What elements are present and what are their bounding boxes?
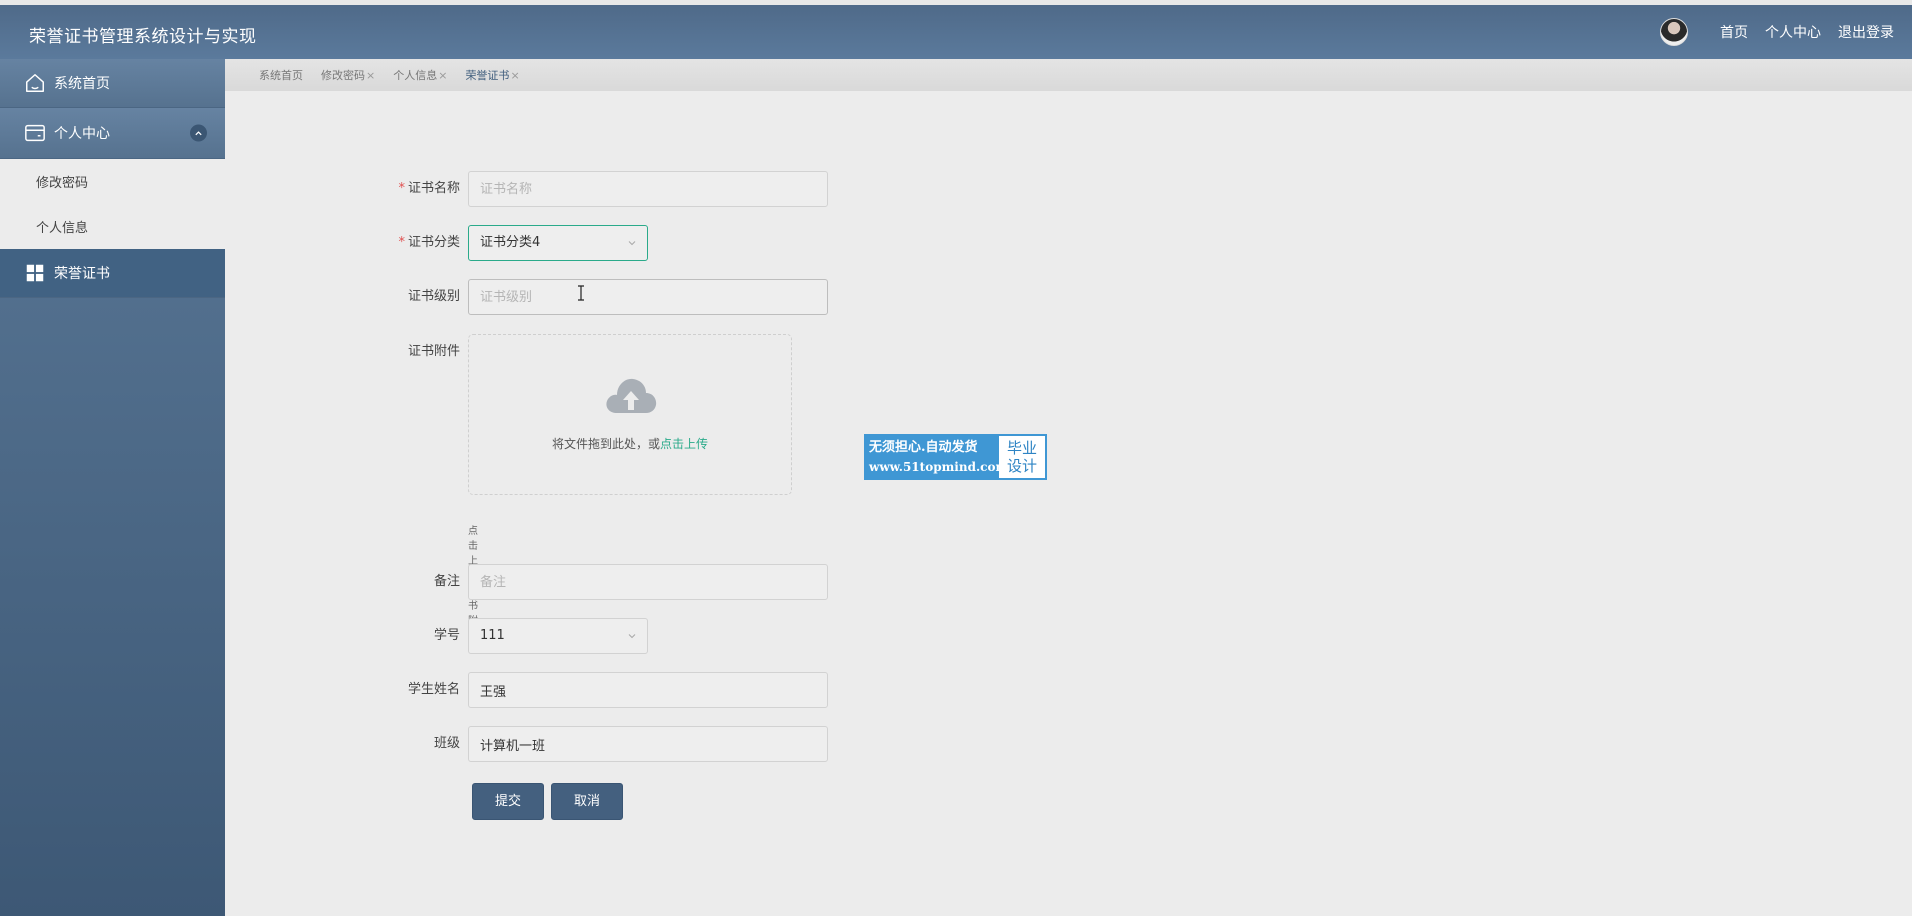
cert-name-input[interactable]	[468, 171, 828, 207]
cloud-upload-icon	[606, 378, 657, 413]
close-icon[interactable]: ×	[438, 69, 447, 82]
wallet-icon	[25, 124, 45, 142]
chevron-down-icon	[628, 634, 636, 639]
tab-personal-info[interactable]: 个人信息×	[393, 67, 447, 83]
tab-home[interactable]: 系统首页	[259, 67, 303, 83]
sidebar-item-label: 系统首页	[54, 76, 110, 92]
sidebar-item-home[interactable]: 系统首页	[0, 59, 225, 108]
tab-change-password[interactable]: 修改密码×	[321, 67, 375, 83]
watermark-badge: 无须担心.自动发货 www.51topmind.com 毕业 设计	[864, 434, 1047, 480]
student-name-input[interactable]	[468, 672, 828, 708]
form-row-student-name: 学生姓名	[390, 672, 990, 710]
sidebar-item-honor-certificate[interactable]: 荣誉证书	[0, 249, 225, 298]
sidebar-subitem-personal-info[interactable]: 个人信息	[0, 204, 225, 249]
sidebar-item-personal-center[interactable]: 个人中心	[0, 108, 225, 159]
class-input[interactable]	[468, 726, 828, 762]
header-nav: 首页 个人中心 退出登录	[1660, 17, 1894, 47]
top-header: 荣誉证书管理系统设计与实现 首页 个人中心 退出登录	[0, 0, 1912, 59]
badge-left: 无须担心.自动发货 www.51topmind.com	[866, 436, 1008, 478]
app-title: 荣誉证书管理系统设计与实现	[29, 27, 257, 47]
form-row-class: 班级	[390, 726, 990, 764]
chevron-down-icon	[628, 241, 636, 246]
user-avatar[interactable]	[1660, 18, 1688, 46]
sidebar-subitem-change-password[interactable]: 修改密码	[0, 159, 225, 204]
cert-category-label: * 证书分类	[398, 235, 460, 250]
form-row-remark: 备注	[390, 564, 990, 602]
sidebar-item-label: 个人中心	[54, 126, 110, 142]
sidebar-item-label: 荣誉证书	[54, 266, 110, 282]
upload-dropzone[interactable]: 将文件拖到此处，或点击上传	[468, 334, 792, 495]
cert-name-label: * 证书名称	[398, 181, 460, 196]
form-row-cert-category: * 证书分类 证书分类4	[390, 225, 990, 263]
form-row-cert-level: 证书级别	[390, 279, 990, 317]
remark-input[interactable]	[468, 564, 828, 600]
upload-link[interactable]: 点击上传	[660, 437, 708, 451]
cert-attachment-label: 证书附件	[407, 344, 460, 359]
personal-center-submenu: 修改密码 个人信息	[0, 159, 225, 249]
home-icon	[26, 74, 44, 92]
badge-right: 毕业 设计	[1006, 439, 1037, 475]
form-row-cert-name: * 证书名称	[390, 171, 990, 209]
remark-label: 备注	[433, 574, 460, 589]
cancel-button[interactable]: 取消	[551, 783, 623, 820]
header-link-profile[interactable]: 个人中心	[1765, 22, 1821, 42]
student-id-select[interactable]: 111	[468, 618, 648, 654]
grid-icon	[26, 264, 44, 282]
submit-button[interactable]: 提交	[472, 783, 544, 820]
header-link-logout[interactable]: 退出登录	[1838, 22, 1894, 42]
class-label: 班级	[433, 736, 460, 751]
cert-level-label: 证书级别	[407, 289, 460, 304]
upload-instructions: 将文件拖到此处，或点击上传	[551, 437, 709, 451]
header-link-home[interactable]: 首页	[1720, 22, 1748, 42]
student-name-label: 学生姓名	[407, 682, 460, 697]
cert-level-input[interactable]	[468, 279, 828, 315]
chevron-up-icon[interactable]	[190, 124, 207, 142]
tab-honor-certificate[interactable]: 荣誉证书×	[465, 67, 519, 83]
student-id-label: 学号	[433, 628, 460, 643]
sidebar: 系统首页 个人中心 修改密码 个人信息 荣誉证书	[0, 59, 225, 916]
close-icon[interactable]: ×	[366, 69, 375, 82]
cert-category-select[interactable]: 证书分类4	[468, 225, 648, 261]
close-icon[interactable]: ×	[510, 69, 519, 82]
text-cursor-icon	[578, 285, 584, 301]
tabs-bar: 系统首页 修改密码× 个人信息× 荣誉证书×	[225, 59, 1912, 91]
form-row-student-id: 学号 111	[390, 618, 990, 656]
